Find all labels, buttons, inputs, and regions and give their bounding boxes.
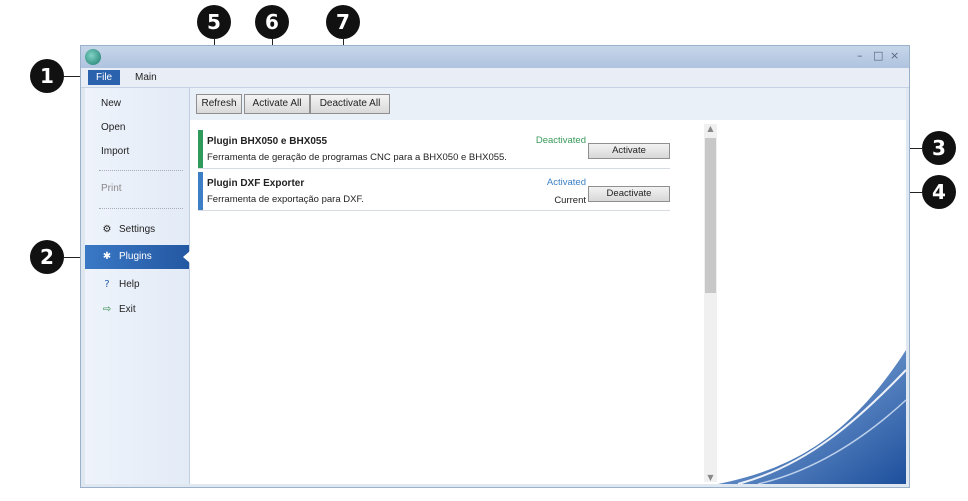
plugin-title: Plugin BHX050 e BHX055 [207,136,328,147]
sidebar-item-exit[interactable]: ⇨ Exit [101,304,136,315]
maximize-icon[interactable]: □ [873,49,883,62]
callout-3: 3 [922,131,956,165]
callout-7: 7 [326,5,360,39]
minimize-icon[interactable]: – [857,49,863,62]
wave-graphic [718,350,906,484]
sidebar-divider [99,170,183,171]
help-icon: ? [104,279,110,290]
menu-bar: File Main [81,68,909,88]
gear-icon: ⚙ [102,224,112,235]
file-sidebar: New Open Import Print ⚙ Settings ✱ Plugins… [85,88,190,484]
deactivate-all-button[interactable]: Deactivate All [310,94,390,114]
puzzle-icon: ✱ [102,251,112,262]
sidebar-item-print[interactable]: Print [101,183,122,194]
plugin-description: Ferramenta de geração de programas CNC p… [207,152,507,163]
sidebar-item-label: Settings [119,224,156,235]
callout-2: 2 [30,240,64,274]
deactivate-button[interactable]: Deactivate [588,186,670,202]
callout-1: 1 [30,59,64,93]
scroll-up-icon[interactable]: ▲ [704,124,717,133]
plugin-status-bar [198,130,203,168]
scroll-down-icon[interactable]: ▼ [704,473,717,482]
close-icon[interactable]: × [890,49,899,62]
sidebar-item-new[interactable]: New [101,98,121,109]
activate-button[interactable]: Activate [588,143,670,159]
refresh-button[interactable]: Refresh [196,94,242,114]
sidebar-item-settings[interactable]: ⚙ Settings [101,224,156,235]
sidebar-divider [99,208,183,209]
decorative-wave [718,120,906,484]
exit-icon: ⇨ [102,304,112,315]
callout-5: 5 [197,5,231,39]
sidebar-item-label-wrap: ✱ Plugins [101,251,152,262]
plugin-status: Deactivated [535,135,586,146]
sidebar-item-import[interactable]: Import [101,146,129,157]
plugin-description: Ferramenta de exportação para DXF. [207,194,364,205]
callout-6: 6 [255,5,289,39]
sidebar-item-label: Exit [119,304,136,315]
sidebar-item-label: Help [119,279,140,290]
activate-all-button[interactable]: Activate All [244,94,310,114]
sidebar-item-label: Plugins [119,251,152,262]
sidebar-item-open[interactable]: Open [101,122,125,133]
tab-main[interactable]: Main [127,70,165,85]
tab-file[interactable]: File [88,70,121,85]
plugin-title: Plugin DXF Exporter [207,178,305,189]
callout-4: 4 [922,175,956,209]
title-bar: – □ × [81,46,909,68]
plugins-toolbar: Refresh Activate All Deactivate All [190,88,906,120]
plugin-row: Plugin DXF Exporter Ferramenta de export… [198,172,670,211]
plugin-status-bar [198,172,203,210]
app-window: – □ × File Main New Open Import Print ⚙ S… [80,45,910,488]
plugin-current-label: Current [554,195,586,206]
plugins-panel: Refresh Activate All Deactivate All Plug… [190,88,906,484]
app-logo-icon [85,49,101,65]
sidebar-item-plugins[interactable]: ✱ Plugins [85,245,190,269]
sidebar-item-help[interactable]: ? Help [101,279,140,290]
vertical-scrollbar[interactable]: ▲ ▼ [704,124,717,482]
scroll-thumb[interactable] [705,138,716,293]
plugin-status: Activated [546,177,586,188]
plugin-row: Plugin BHX050 e BHX055 Ferramenta de ger… [198,130,670,169]
